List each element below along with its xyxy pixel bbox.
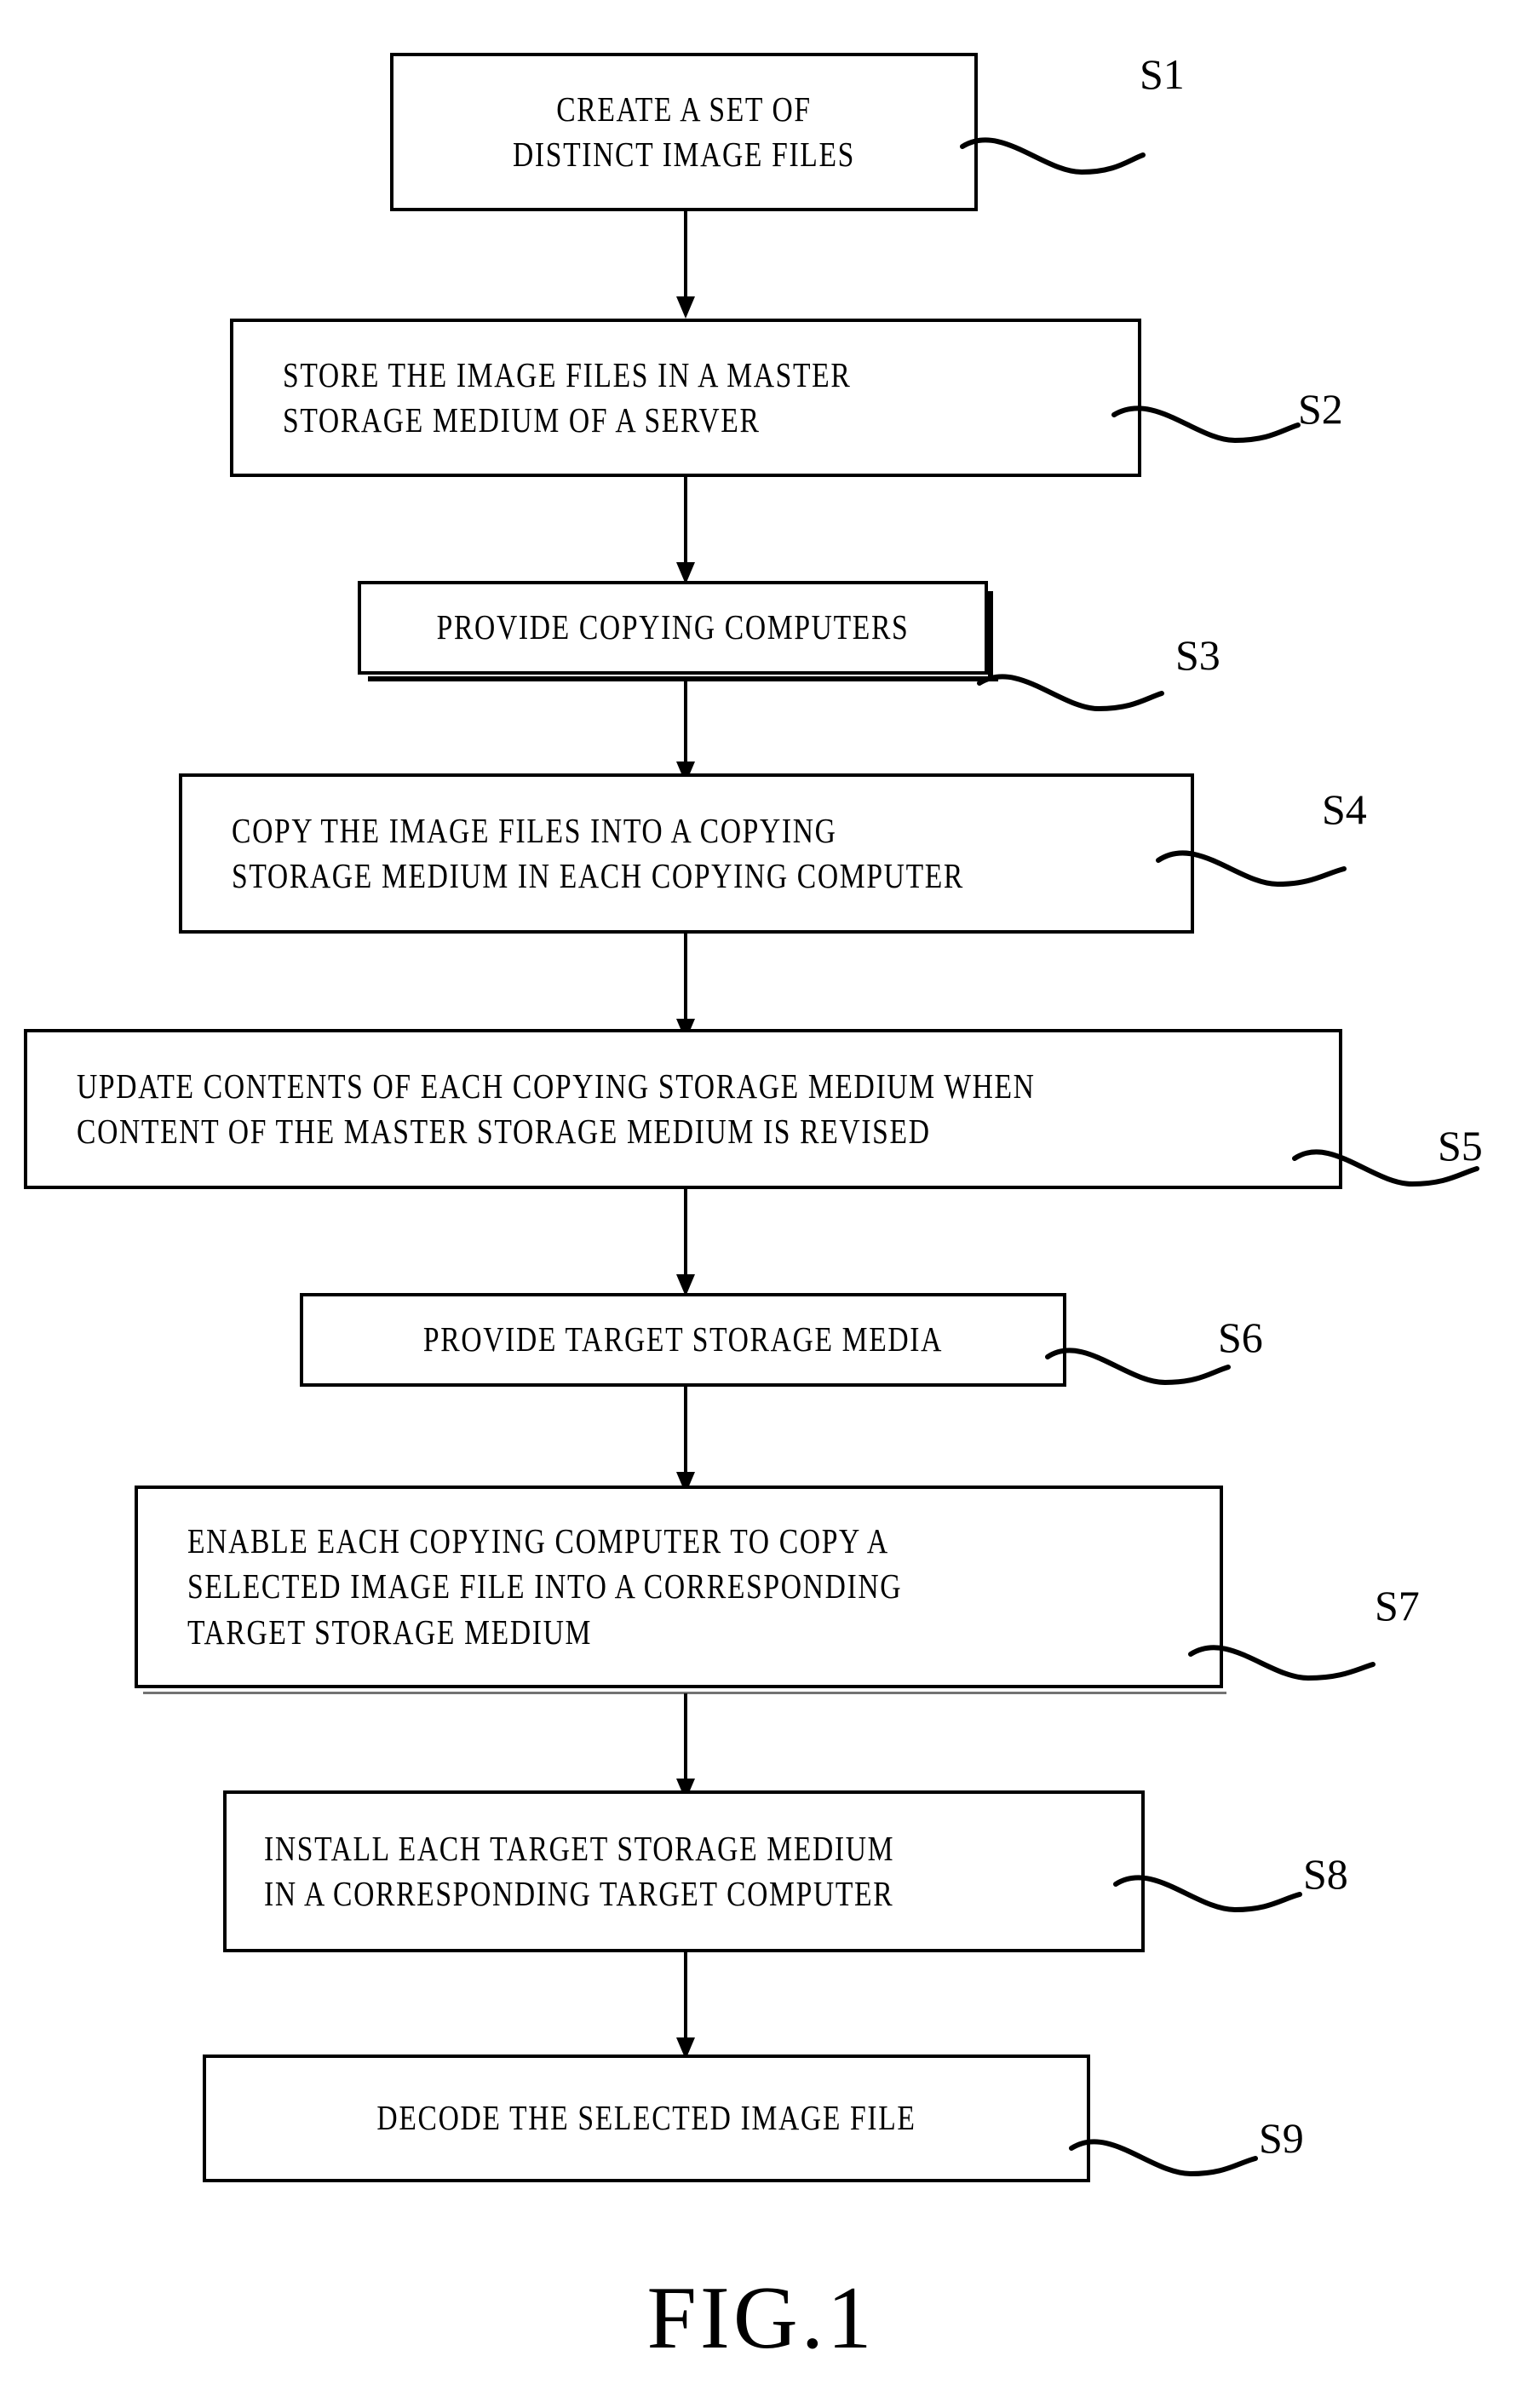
connector-s6-s7: [676, 1387, 695, 1494]
step-label-s5: S5: [1438, 1122, 1483, 1170]
process-box-s8: INSTALL EACH TARGET STORAGE MEDIUM IN A …: [223, 1790, 1145, 1952]
process-box-s7: ENABLE EACH COPYING COMPUTER TO COPY A S…: [135, 1486, 1223, 1688]
step-label-s8: S8: [1303, 1850, 1348, 1898]
step-label-s7: S7: [1375, 1582, 1420, 1629]
process-box-s1: CREATE A SET OF DISTINCT IMAGE FILES: [390, 53, 978, 211]
process-text-s2: STORE THE IMAGE FILES IN A MASTER STORAG…: [283, 354, 852, 440]
connector-s8-s9: [676, 1952, 695, 2060]
process-box-s3: PROVIDE COPYING COMPUTERS: [358, 581, 988, 675]
step-label-s6: S6: [1218, 1313, 1263, 1361]
process-box-s9: DECODE THE SELECTED IMAGE FILE: [203, 2055, 1090, 2182]
figure-caption: FIG.1: [646, 2267, 876, 2367]
flowchart-figure: CREATE A SET OF DISTINCT IMAGE FILES S1 …: [0, 0, 1522, 2408]
step-label-s3: S3: [1175, 631, 1220, 679]
connector-s1-s2: [676, 211, 695, 319]
connector-s2-s3: [676, 477, 695, 584]
connector-s4-s5: [676, 934, 695, 1041]
box-shadow-line-s7-bottom: [143, 1692, 1226, 1694]
process-box-s4: COPY THE IMAGE FILES INTO A COPYING STOR…: [179, 773, 1194, 934]
leader-line-s1: [954, 94, 1209, 179]
process-text-s1: CREATE A SET OF DISTINCT IMAGE FILES: [512, 89, 856, 174]
connector-s7-s8: [676, 1693, 695, 1801]
box-shadow-line-s3-bottom: [368, 676, 998, 681]
step-label-s2: S2: [1298, 385, 1343, 433]
process-text-s9: DECODE THE SELECTED IMAGE FILE: [376, 2098, 916, 2138]
process-box-s2: STORE THE IMAGE FILES IN A MASTER STORAG…: [230, 319, 1141, 477]
step-label-s1: S1: [1140, 50, 1185, 98]
connector-s3-s4: [676, 676, 695, 784]
process-text-s4: COPY THE IMAGE FILES INTO A COPYING STOR…: [232, 810, 965, 895]
step-label-s9: S9: [1259, 2114, 1304, 2162]
process-text-s3: PROVIDE COPYING COMPUTERS: [436, 607, 910, 647]
process-box-s6: PROVIDE TARGET STORAGE MEDIA: [300, 1293, 1066, 1387]
step-label-s4: S4: [1322, 785, 1367, 833]
process-text-s6: PROVIDE TARGET STORAGE MEDIA: [422, 1319, 944, 1359]
connector-s5-s6: [676, 1189, 695, 1296]
process-text-s5: UPDATE CONTENTS OF EACH COPYING STORAGE …: [77, 1066, 1036, 1151]
leader-line-s5: [1288, 1065, 1522, 1187]
leader-line-s4: [1150, 792, 1422, 888]
process-box-s5: UPDATE CONTENTS OF EACH COPYING STORAGE …: [24, 1029, 1342, 1189]
process-text-s8: INSTALL EACH TARGET STORAGE MEDIUM IN A …: [264, 1828, 895, 1913]
process-text-s7: ENABLE EACH COPYING COMPUTER TO COPY A S…: [187, 1521, 903, 1652]
